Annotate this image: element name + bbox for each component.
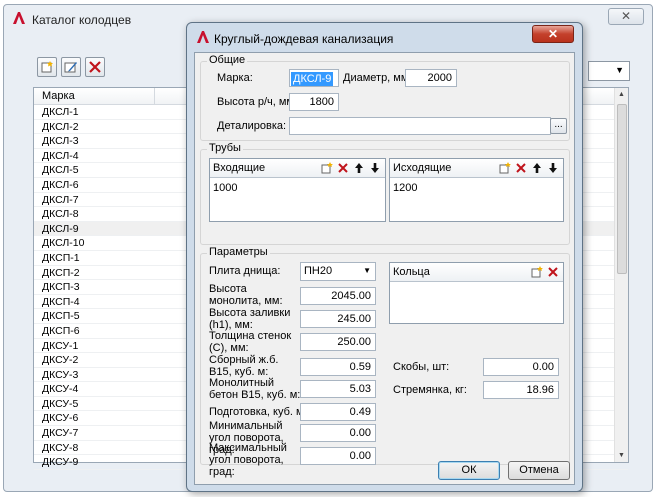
- mark-field[interactable]: ДКСЛ-9: [289, 69, 339, 87]
- params-group-title: Параметры: [207, 246, 270, 258]
- fill-height-field[interactable]: 245.00: [300, 310, 376, 328]
- slab-label: Плита днища:: [209, 265, 281, 277]
- pipes-group-title: Трубы: [207, 142, 243, 154]
- height-field[interactable]: 1800: [289, 93, 339, 111]
- max-angle-field[interactable]: 0.00: [300, 447, 376, 465]
- delete-icon: [89, 61, 101, 73]
- outgoing-pipes-list[interactable]: Исходящие 1200: [389, 158, 564, 222]
- cancel-button[interactable]: Отмена: [508, 461, 570, 480]
- delete-icon[interactable]: [337, 161, 349, 175]
- list-scrollbar[interactable]: ▲ ▼: [614, 88, 628, 462]
- well-dialog: Круглый-дождевая канализация ✕ Общие Мар…: [186, 22, 583, 492]
- scroll-down-icon[interactable]: ▼: [618, 452, 625, 459]
- brackets-label: Скобы, шт:: [393, 361, 450, 373]
- catalog-title: Каталог колодцев: [32, 13, 132, 27]
- slab-combo[interactable]: ПН20 ▼: [300, 262, 376, 281]
- monolithic-concrete-field[interactable]: 5.03: [300, 380, 376, 398]
- outgoing-item[interactable]: 1200: [390, 178, 563, 198]
- incoming-pipes-list[interactable]: Входящие 1000: [209, 158, 386, 222]
- rings-label: Кольца: [393, 266, 430, 278]
- autocad-logo-icon: [13, 12, 25, 24]
- wall-label: Толщина стенок (С), мм:: [209, 330, 292, 354]
- new-item-icon: [41, 61, 53, 73]
- detail-field[interactable]: [289, 117, 551, 135]
- catalog-close-button[interactable]: ✕: [608, 8, 644, 25]
- dialog-body: Общие Марка: ДКСЛ-9 Диаметр, мм: 2000 Вы…: [194, 52, 575, 485]
- arrow-up-icon[interactable]: [531, 161, 543, 175]
- brackets-field[interactable]: 0.00: [483, 358, 559, 376]
- dialog-titlebar: Круглый-дождевая канализация ✕: [187, 23, 582, 51]
- min-angle-field[interactable]: 0.00: [300, 424, 376, 442]
- delete-icon[interactable]: [515, 161, 527, 175]
- mark-label: Марка:: [217, 72, 253, 84]
- scroll-up-icon[interactable]: ▲: [618, 91, 625, 98]
- monolithic-concrete-label: Монолитный бетон В15, куб. м:: [209, 377, 301, 401]
- dialog-title: Круглый-дождевая канализация: [214, 32, 394, 46]
- detail-browse-button[interactable]: ...: [550, 118, 567, 134]
- general-group-title: Общие: [207, 54, 248, 66]
- edit-icon: [64, 62, 77, 73]
- rings-list[interactable]: Кольца: [389, 262, 564, 324]
- arrow-up-icon[interactable]: [353, 161, 365, 175]
- precast-field[interactable]: 0.59: [300, 358, 376, 376]
- dialog-close-button[interactable]: ✕: [532, 25, 574, 43]
- general-group: Общие Марка: ДКСЛ-9 Диаметр, мм: 2000 Вы…: [200, 54, 570, 141]
- incoming-label: Входящие: [213, 162, 266, 174]
- new-item-icon[interactable]: [321, 161, 333, 175]
- height-label: Высота р/ч, мм:: [217, 96, 298, 108]
- incoming-item[interactable]: 1000: [210, 178, 385, 198]
- delete-button[interactable]: [85, 57, 105, 77]
- precast-label: Сборный ж.б. В15, куб. м:: [209, 354, 279, 378]
- new-item-icon[interactable]: [531, 265, 543, 279]
- arrow-down-icon[interactable]: [369, 161, 381, 175]
- autocad-logo-icon: [197, 31, 209, 43]
- diameter-field[interactable]: 2000: [405, 69, 457, 87]
- pipes-group: Трубы Входящие 1000 Исходящие 1200: [200, 142, 570, 245]
- add-button[interactable]: [37, 57, 57, 77]
- edit-button[interactable]: [61, 57, 81, 77]
- prep-field[interactable]: 0.49: [300, 403, 376, 421]
- prep-label: Подготовка, куб. м:: [209, 406, 307, 418]
- arrow-down-icon[interactable]: [547, 161, 559, 175]
- params-group: Параметры Плита днища: ПН20 ▼ Высота мон…: [200, 246, 570, 478]
- monolith-height-field[interactable]: 2045.00: [300, 287, 376, 305]
- diameter-label: Диаметр, мм:: [343, 72, 412, 84]
- delete-icon[interactable]: [547, 265, 559, 279]
- detail-label: Деталировка:: [217, 120, 287, 132]
- catalog-filter-combo[interactable]: ▼: [588, 61, 630, 81]
- ladder-label: Стремянка, кг:: [393, 384, 467, 396]
- scroll-thumb[interactable]: [617, 104, 627, 274]
- ok-button[interactable]: ОК: [438, 461, 500, 480]
- chevron-down-icon: ▼: [363, 266, 371, 275]
- ladder-field[interactable]: 18.96: [483, 381, 559, 399]
- new-item-icon[interactable]: [499, 161, 511, 175]
- outgoing-label: Исходящие: [393, 162, 452, 174]
- fill-height-label: Высота заливки (h1), мм:: [209, 307, 291, 331]
- max-angle-label: Максимальный угол поворота, град:: [209, 442, 287, 478]
- monolith-height-label: Высота монолита, мм:: [209, 283, 283, 307]
- wall-field[interactable]: 250.00: [300, 333, 376, 351]
- list-column-mark: Марка: [42, 90, 75, 102]
- slab-value: ПН20: [304, 265, 333, 277]
- chevron-down-icon: ▼: [615, 65, 624, 75]
